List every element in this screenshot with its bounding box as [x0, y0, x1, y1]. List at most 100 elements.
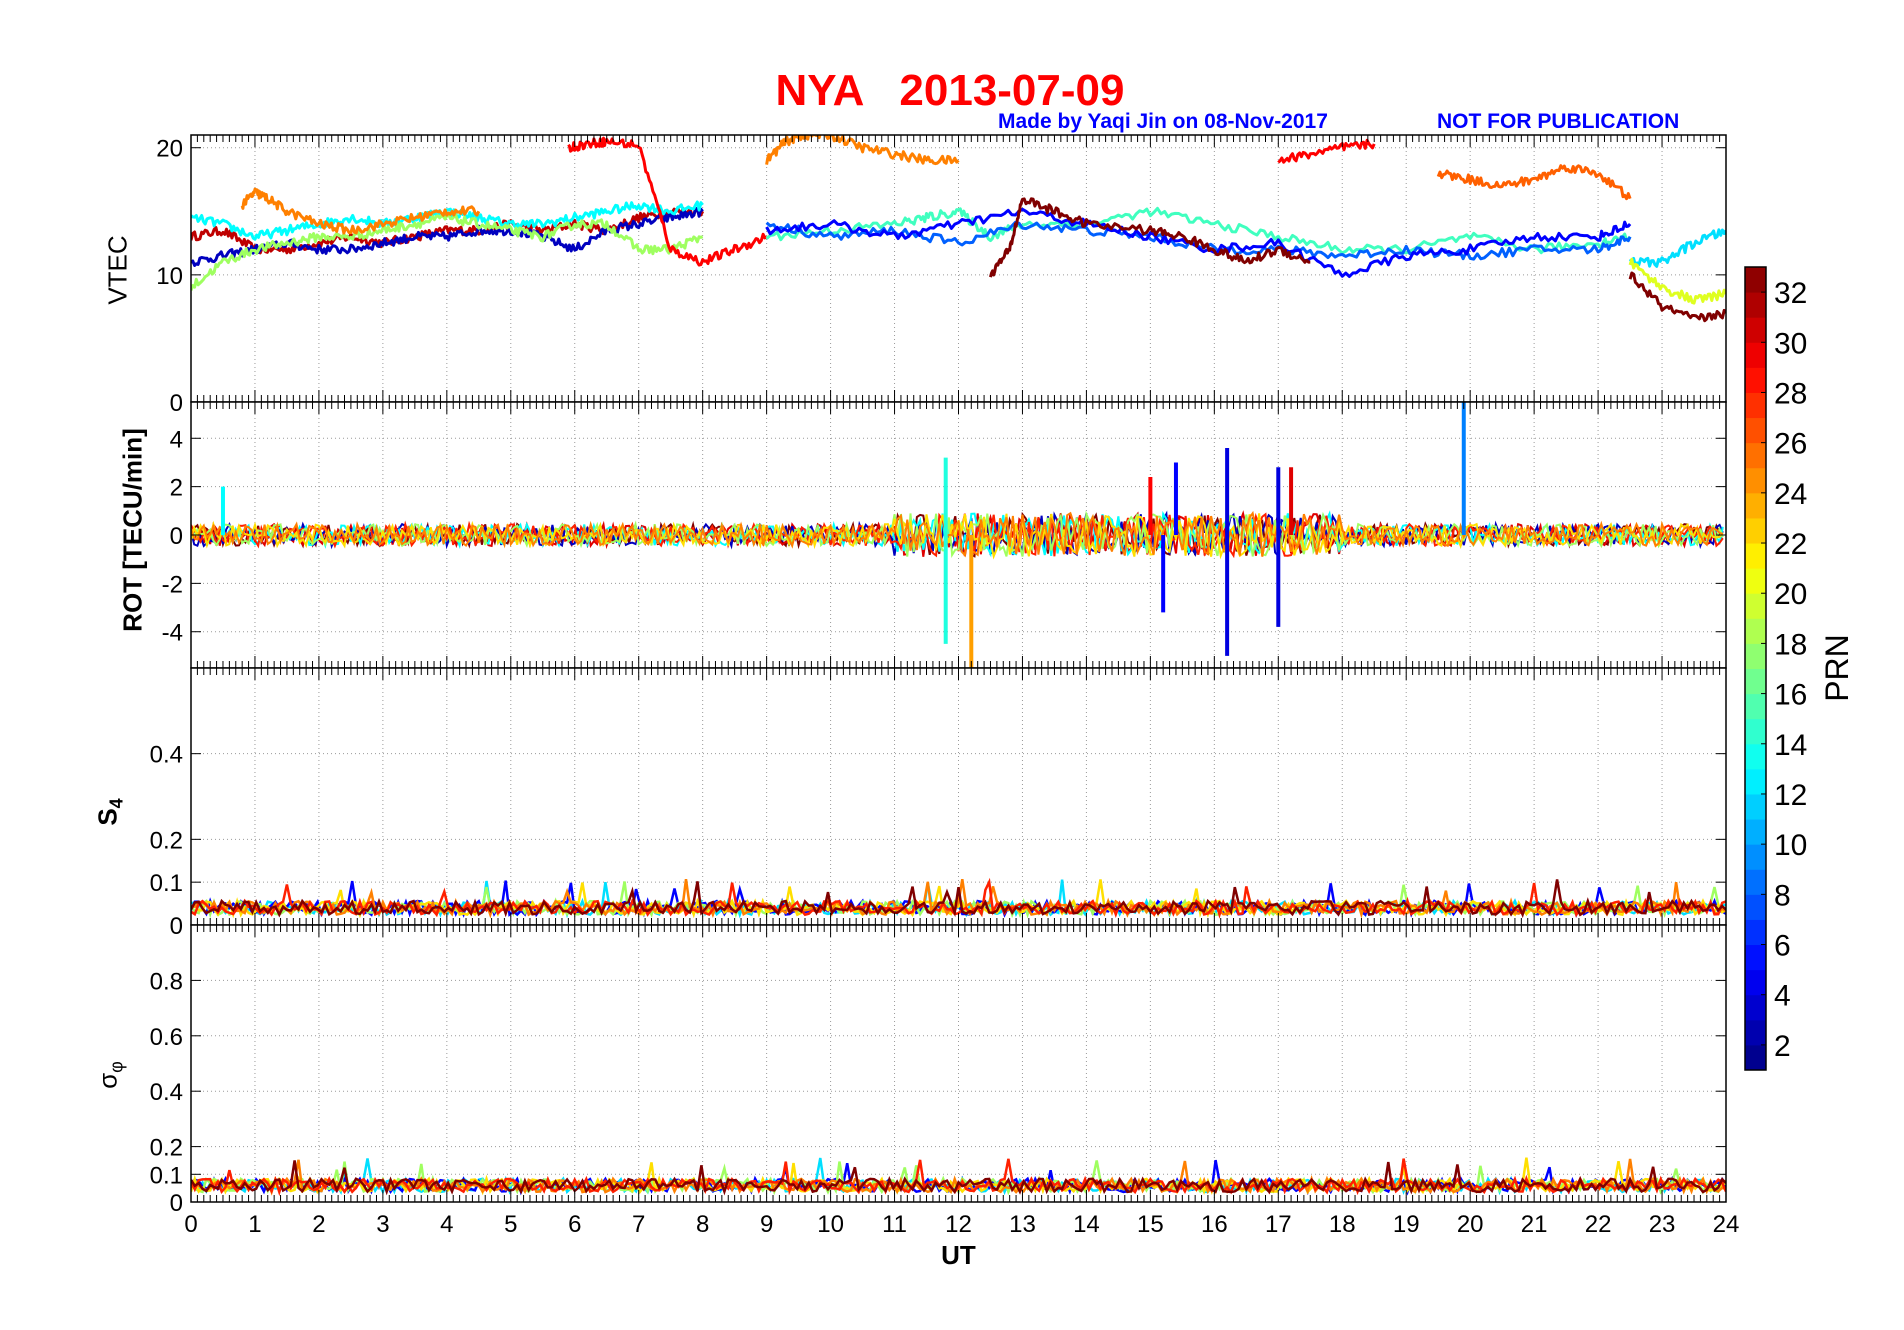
colorbar-segment	[1745, 693, 1766, 720]
colorbar-segment	[1745, 919, 1766, 946]
panel-s4: 0 0.1 0.2 0.4	[150, 667, 1727, 940]
colorbar-tick-label: 12	[1774, 779, 1807, 812]
colorbar-segment	[1745, 467, 1766, 494]
panels: 01020-4-202400.10.20.400.10.20.40.60.80 1…	[150, 134, 1739, 1270]
colorbar-segment	[1745, 317, 1766, 343]
notice-label: NOT FOR PUBLICATION	[1437, 110, 1680, 133]
colorbar-segment	[1745, 894, 1766, 920]
colorbar-tick-label: 8	[1774, 879, 1791, 912]
y-tick-label: 4	[170, 426, 183, 453]
y-tick-label: 20	[156, 136, 183, 163]
colorbar-segment	[1745, 267, 1766, 293]
colorbar-tick-label: 16	[1774, 679, 1807, 712]
colorbar-segment	[1745, 844, 1766, 870]
vtec-ylabel: VTEC	[102, 235, 133, 305]
colorbar-segment	[1745, 543, 1766, 569]
colorbar-segment	[1745, 342, 1766, 368]
x-tick-label: 20	[1457, 1211, 1484, 1238]
colorbar-segment	[1745, 869, 1766, 895]
colorbar-tick-label: 26	[1774, 428, 1807, 461]
colorbar-segment	[1745, 517, 1766, 544]
colorbar-segment	[1745, 819, 1766, 845]
x-tick-label: 1	[248, 1211, 261, 1238]
x-tick-label: 22	[1585, 1211, 1612, 1238]
x-tick-label: 0	[184, 1211, 197, 1238]
colorbar-tick-label: 32	[1774, 277, 1807, 310]
y-tick-label: 0.4	[150, 742, 183, 769]
credit-label: Made by Yaqi Jin on 08-Nov-2017	[998, 110, 1328, 133]
x-tick-label: 5	[504, 1211, 517, 1238]
y-tick-label: 0.2	[150, 827, 183, 854]
y-tick-label: 0	[170, 390, 183, 417]
y-tick-label: -4	[162, 620, 183, 647]
colorbar-segment	[1745, 417, 1766, 444]
y-tick-label: 0	[170, 913, 183, 940]
x-tick-label: 13	[1009, 1211, 1036, 1238]
x-tick-label: 16	[1201, 1211, 1228, 1238]
x-tick-label: 24	[1713, 1211, 1740, 1238]
colorbar-tick-label: 2	[1774, 1030, 1791, 1063]
x-tick-label: 23	[1649, 1211, 1676, 1238]
colorbar-tick-label: 14	[1774, 729, 1807, 762]
panel-rot: -4 -2 0 2 4	[162, 401, 1727, 669]
colorbar-segment	[1745, 1019, 1766, 1046]
colorbar-segment	[1745, 768, 1766, 795]
y-tick-label: 0.1	[150, 870, 183, 897]
colorbar-tick-label: 22	[1774, 528, 1807, 561]
y-tick-label: 0.1	[150, 1162, 183, 1189]
chart-title: NYA 2013-07-09	[775, 66, 1125, 115]
panel-bg	[191, 925, 1726, 1202]
figure: 01020-4-202400.10.20.400.10.20.40.60.80 1…	[150, 134, 1855, 1270]
y-tick-label: -2	[162, 571, 183, 598]
x-tick-label: 19	[1393, 1211, 1420, 1238]
sigma-ylabel-main: σ	[92, 1072, 123, 1089]
colorbar-segment	[1745, 292, 1766, 318]
panel-vtec: 0 10 20	[156, 134, 1727, 417]
colorbar-tick-label: 28	[1774, 377, 1807, 410]
colorbar-segment	[1745, 643, 1766, 669]
colorbar-segment	[1745, 944, 1766, 971]
x-tick-label: 14	[1073, 1211, 1100, 1238]
x-tick-label: 21	[1521, 1211, 1548, 1238]
x-tick-label: 17	[1265, 1211, 1292, 1238]
panel-sigma_phi: 00.10.2 0.4 0.6 0.8	[150, 924, 1727, 1217]
colorbar-segment	[1745, 367, 1766, 393]
sigma-ylabel-sub: φ	[106, 1061, 127, 1073]
colorbar-label: PRN	[1819, 634, 1855, 702]
colorbar-tick-label: 18	[1774, 628, 1807, 661]
y-tick-label: 0.6	[150, 1024, 183, 1051]
x-tick-label: 7	[632, 1211, 645, 1238]
colorbar-tick-label: 4	[1774, 980, 1791, 1013]
x-tick-label: 9	[760, 1211, 773, 1238]
x-axis: 0 1 2 3 4 5 6 7 8 9 10 11 12 13 14 15 16 17 18 19 20 21 22 23 24…	[184, 1211, 1739, 1270]
colorbar-tick-label: 6	[1774, 930, 1791, 963]
colorbar-segment	[1745, 743, 1766, 770]
colorbar-segment	[1745, 718, 1766, 745]
colorbar-tick-label: 30	[1774, 327, 1807, 360]
y-tick-label: 0	[170, 1190, 183, 1217]
colorbar-segment	[1745, 442, 1766, 469]
y-tick-label: 0.2	[150, 1135, 183, 1162]
y-tick-label: 10	[156, 263, 183, 290]
colorbar-segment	[1745, 618, 1766, 644]
colorbar-segment	[1745, 969, 1766, 996]
x-tick-label: 11	[882, 1211, 907, 1238]
x-tick-label: 18	[1329, 1211, 1356, 1238]
rot-ylabel: ROT [TECU/min]	[117, 428, 148, 632]
colorbar-segment	[1745, 1044, 1766, 1071]
x-tick-label: 2	[312, 1211, 325, 1238]
s4-ylabel: S4	[92, 798, 127, 825]
s4-ylabel-main: S	[92, 808, 123, 826]
colorbar-tick-label: 20	[1774, 578, 1807, 611]
x-tick-label: 15	[1137, 1211, 1164, 1238]
x-tick-label: 12	[945, 1211, 972, 1238]
x-tick-label: 8	[696, 1211, 709, 1238]
x-tick-label: 10	[817, 1211, 844, 1238]
x-tick-label: 4	[440, 1211, 453, 1238]
y-tick-label: 0	[170, 523, 183, 550]
x-tick-label: 3	[376, 1211, 389, 1238]
colorbar-tick-label: 24	[1774, 478, 1807, 511]
colorbar-segment	[1745, 668, 1766, 695]
colorbar-segment	[1745, 994, 1766, 1021]
colorbar-segment	[1745, 392, 1766, 419]
